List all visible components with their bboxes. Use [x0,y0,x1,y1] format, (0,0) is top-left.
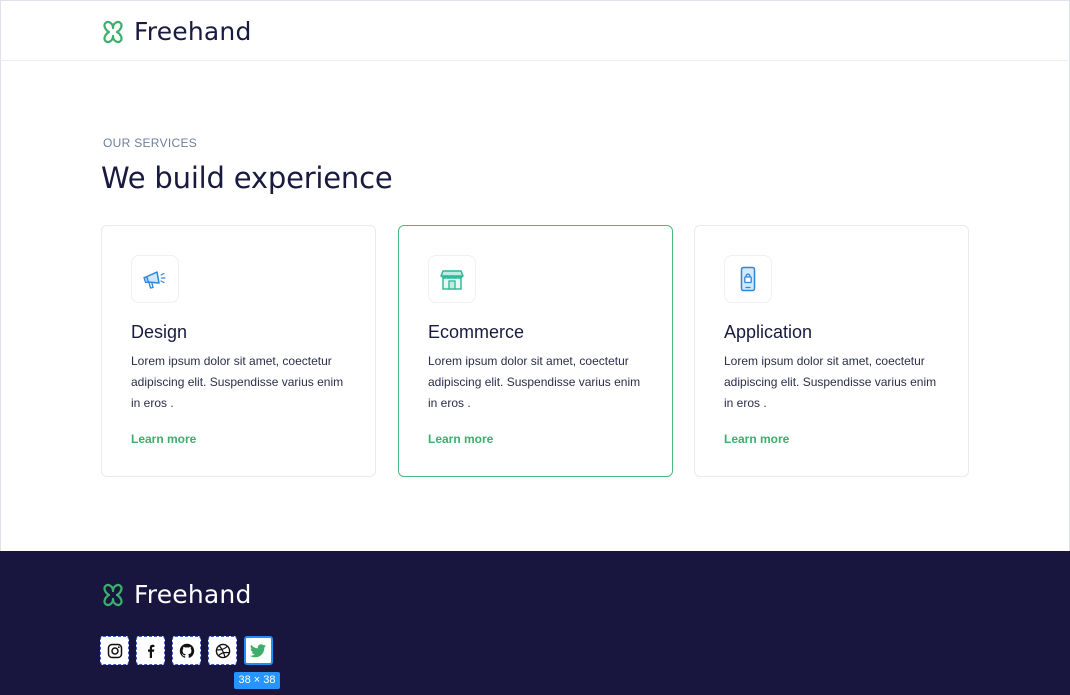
services-heading: We build experience [101,161,393,195]
card-title: Ecommerce [428,322,525,342]
social-link-github[interactable] [172,636,201,665]
brand-name: Freehand [134,580,252,609]
instagram-icon [107,643,122,658]
social-link-facebook[interactable] [136,636,165,665]
learn-more-link[interactable]: Learn more [131,432,196,446]
storefront-icon [440,270,464,290]
service-card-design[interactable]: Design Lorem ipsum dolor sit amet, coect… [101,225,376,477]
card-title: Design [131,322,188,342]
services-eyebrow: OUR SERVICES [103,136,198,150]
card-title: Application [724,322,813,342]
social-link-instagram[interactable] [100,636,129,665]
clover-logo-icon [103,583,123,607]
facebook-icon [147,644,154,658]
learn-more-link[interactable]: Learn more [724,432,789,446]
card-description: Lorem ipsum dolor sit amet, coectetur ad… [131,354,344,410]
dimension-tag: 38 × 38 [234,672,280,689]
site-header: Freehand [0,0,1070,61]
footer-logo[interactable]: Freehand [100,580,252,610]
learn-more-link[interactable]: Learn more [428,432,493,446]
github-icon [179,643,194,658]
dribbble-icon [215,643,230,658]
site-footer: Freehand 38 × 38 [0,551,1070,695]
service-icon-box [131,255,179,303]
megaphone-icon [143,271,166,289]
social-link-dribbble[interactable] [208,636,237,665]
brand-name: Freehand [134,17,252,46]
service-icon-box [724,255,772,303]
social-link-twitter[interactable] [244,636,273,665]
mobile-lock-icon [740,266,756,292]
service-icon-box [428,255,476,303]
logo[interactable]: Freehand [100,17,252,47]
service-card-ecommerce[interactable]: Ecommerce Lorem ipsum dolor sit amet, co… [398,225,673,477]
clover-logo-icon [103,20,123,44]
card-description: Lorem ipsum dolor sit amet, coectetur ad… [724,354,937,410]
twitter-icon [250,644,266,658]
service-card-application[interactable]: Application Lorem ipsum dolor sit amet, … [694,225,969,477]
social-links [100,636,273,665]
card-description: Lorem ipsum dolor sit amet, coectetur ad… [428,354,641,410]
